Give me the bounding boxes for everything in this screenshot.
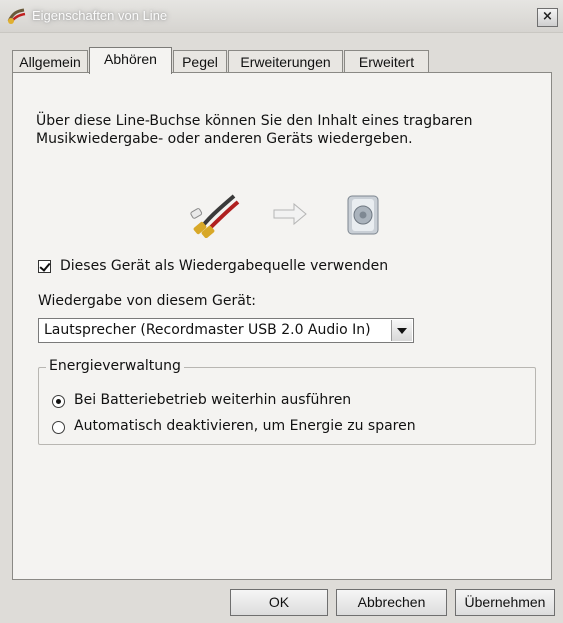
radio-label: Automatisch deaktivieren, um Energie zu … <box>74 418 416 434</box>
chevron-down-icon[interactable] <box>391 320 412 341</box>
audio-cable-icon <box>7 8 26 24</box>
speaker-icon <box>347 195 379 235</box>
tab-erweitert[interactable]: Erweitert <box>344 50 429 72</box>
device-illustration <box>190 194 379 238</box>
radio-button[interactable] <box>52 395 65 408</box>
tab-abhoeren[interactable]: Abhören <box>89 47 172 74</box>
power-group-title: Energieverwaltung <box>46 358 184 374</box>
playback-device-select[interactable]: Lautsprecher (Recordmaster USB 2.0 Audio… <box>38 318 414 343</box>
tab-pegel[interactable]: Pegel <box>173 50 227 72</box>
apply-button[interactable]: Übernehmen <box>455 589 555 616</box>
radio-button[interactable] <box>52 421 65 434</box>
arrow-right-icon <box>273 202 307 226</box>
select-value: Lautsprecher (Recordmaster USB 2.0 Audio… <box>44 322 371 338</box>
audio-cable-icon <box>190 194 240 238</box>
radio-label: Bei Batteriebetrieb weiterhin ausführen <box>74 392 352 408</box>
checkbox-label: Dieses Gerät als Wiedergabequelle verwen… <box>60 258 389 274</box>
window-title: Eigenschaften von Line <box>32 8 168 23</box>
tab-erweiterungen[interactable]: Erweiterungen <box>228 50 343 72</box>
description-text: Über diese Line-Buchse können Sie den In… <box>36 113 473 147</box>
playback-device-label: Wiedergabe von diesem Gerät: <box>38 293 257 309</box>
tab-allgemein[interactable]: Allgemein <box>12 50 88 72</box>
cancel-button[interactable]: Abbrechen <box>336 589 447 616</box>
close-button[interactable]: × <box>537 8 558 27</box>
title-bar: Eigenschaften von Line × <box>0 0 563 33</box>
ok-button[interactable]: OK <box>230 589 328 616</box>
checkbox-box[interactable] <box>38 260 51 273</box>
